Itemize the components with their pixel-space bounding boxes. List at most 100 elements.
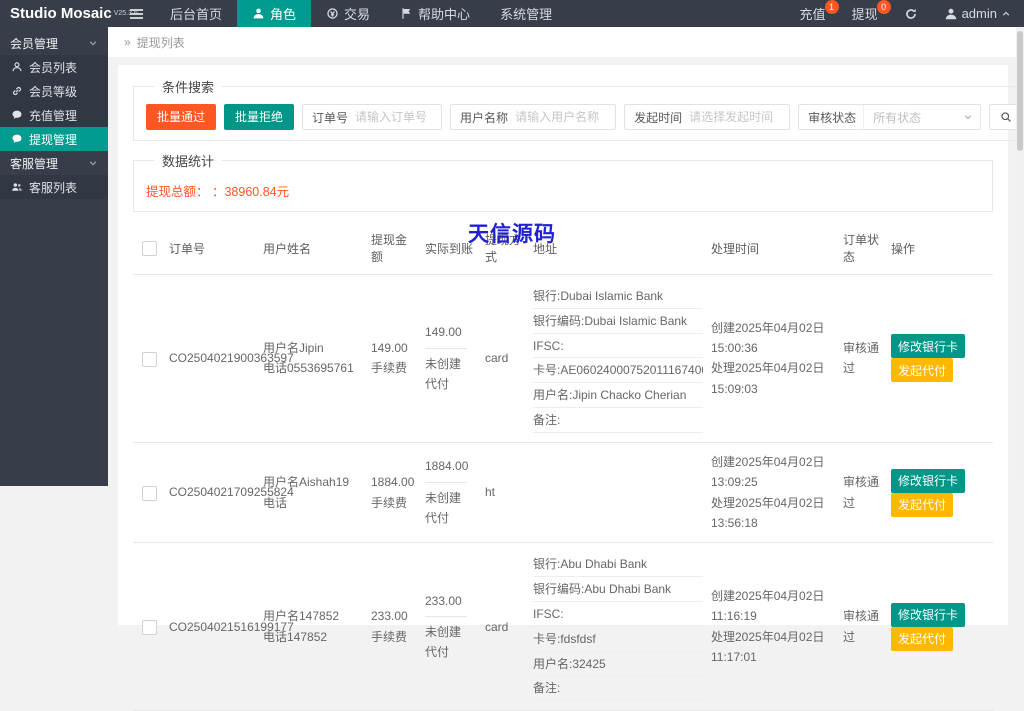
column-header: 用户姓名 — [259, 222, 367, 275]
sidebar-item-member-list[interactable]: 会员列表 — [0, 55, 108, 79]
select-all-header-cell — [133, 222, 165, 275]
time-cell: 创建2025年04月02日 11:16:19 处理2025年04月02日 11:1… — [707, 542, 839, 711]
order-no-input[interactable] — [355, 110, 442, 124]
modify-bank-card-button[interactable]: 修改银行卡 — [891, 602, 966, 627]
withdraw-total: 提现总额： ：38960.84元 — [146, 185, 290, 199]
actions-cell: 修改银行卡发起代付 — [887, 542, 993, 711]
initiate-payout-button[interactable]: 发起代付 — [891, 626, 954, 651]
actions-cell: 修改银行卡发起代付 — [887, 442, 993, 544]
chevron-down-icon — [89, 161, 97, 166]
withdraw-label: 提现 — [851, 7, 878, 22]
stats-legend: 数据统计 — [162, 154, 215, 169]
user-line: 用户名147852 — [263, 609, 340, 624]
person-icon — [253, 8, 264, 19]
sidebar-item-label: 客服列表 — [29, 180, 78, 195]
sidebar-group-service-management[interactable]: 客服管理 — [0, 151, 108, 175]
username-label: admin — [961, 6, 997, 21]
column-header: 操作 — [887, 222, 993, 275]
initiate-payout-button[interactable]: 发起代付 — [891, 358, 954, 383]
user-line: 电话0553695761 — [263, 361, 354, 376]
address-line: IFSC: — [533, 602, 703, 627]
scrollbar-thumb[interactable] — [1017, 31, 1023, 151]
amount-line: 手续费 — [371, 495, 408, 510]
sidebar-group-member-management[interactable]: 会员管理 — [0, 31, 108, 55]
actions-cell: 修改银行卡发起代付 — [887, 274, 993, 443]
status-cell: 审核通过 — [839, 442, 887, 544]
address-line: 银行编码:Abu Dhabi Bank — [533, 577, 703, 602]
amount-cell: 1884.00 手续费 — [367, 442, 421, 544]
nav-item-dashboard[interactable]: 后台首页 — [155, 0, 237, 27]
amount-line: 手续费 — [371, 629, 408, 644]
amount-cell: 149.00 手续费 — [367, 274, 421, 443]
address-line: 卡号:fdsfdsf — [533, 627, 703, 652]
time-line: 创建2025年04月02日 13:09:25 — [711, 454, 825, 490]
user-menu[interactable]: admin — [931, 0, 1024, 27]
row-checkbox[interactable] — [141, 619, 157, 635]
address-cell — [529, 442, 707, 544]
table-row: CO2504021709255824 用户名Aishah19 电话 1884.00 手续… — [133, 442, 993, 544]
actual-amount: 233.00 — [425, 593, 462, 608]
sidebar-item-member-level[interactable]: 会员等级 — [0, 79, 108, 103]
audit-status-select[interactable]: 所有状态 — [863, 105, 980, 129]
order-no-cell: CO2504021516199177 — [165, 542, 294, 711]
recharge-link[interactable]: 充值 1 — [787, 0, 839, 27]
payout-status: 未创建代付 — [425, 481, 467, 529]
modify-bank-card-button[interactable]: 修改银行卡 — [891, 468, 966, 493]
user-line: 用户名Aishah19 — [263, 475, 350, 490]
actual-cell: 233.00 未创建代付 — [421, 542, 481, 711]
withdraw-link[interactable]: 提现 0 — [839, 0, 891, 27]
batch-reject-button[interactable]: 批量拒绝 — [224, 104, 295, 130]
sidebar-item-recharge-management[interactable]: 充值管理 — [0, 103, 108, 127]
recharge-label: 充值 — [799, 7, 826, 22]
nav-item-system[interactable]: 系统管理 — [485, 0, 567, 27]
hamburger-menu-icon[interactable] — [118, 0, 155, 27]
row-checkbox[interactable] — [141, 351, 157, 367]
app-logo[interactable]: Studio Mosaic V25.3.6 — [0, 0, 138, 27]
breadcrumb: » 提现列表 — [108, 27, 1024, 57]
address-cell: 银行:Dubai Islamic Bank 银行编码:Dubai Islamic … — [529, 274, 707, 443]
column-header: 处理时间 — [707, 222, 839, 275]
nav-item-transactions[interactable]: 交易 — [311, 0, 385, 27]
column-header: 提现方式 — [481, 222, 529, 275]
sidebar-item-label: 会员列表 — [29, 60, 78, 75]
time-line: 处理2025年04月02日 11:17:01 — [711, 629, 825, 665]
search-legend: 条件搜索 — [162, 80, 215, 95]
sidebar-item-label: 充值管理 — [29, 108, 78, 123]
status-cell: 审核通过 — [839, 274, 887, 443]
withdrawal-table: 订单号 用户姓名 提现金额 实际到账 提现方式 地址 处理时间 订单状态 操作 CO250402… — [133, 222, 993, 711]
vertical-scrollbar[interactable] — [1016, 27, 1024, 486]
topbar: Studio Mosaic V25.3.6 后台首页 角色 交易 帮助中心 系统… — [0, 0, 1024, 27]
select-all-checkbox[interactable] — [141, 240, 157, 256]
chat-bubble-icon — [12, 134, 22, 143]
method-cell: card — [481, 542, 529, 711]
nav-item-roles[interactable]: 角色 — [237, 0, 312, 27]
start-time-input[interactable] — [689, 110, 790, 124]
row-checkbox-cell — [133, 542, 165, 711]
user-line: 电话147852 — [263, 629, 328, 644]
row-checkbox[interactable] — [141, 485, 157, 501]
recharge-badge: 1 — [824, 0, 839, 14]
table-header: 订单号 用户姓名 提现金额 实际到账 提现方式 地址 处理时间 订单状态 操作 — [133, 222, 993, 275]
sidebar-item-label: 会员等级 — [29, 84, 78, 99]
user-name-input[interactable] — [515, 110, 616, 124]
method-cell: ht — [481, 442, 529, 544]
search-icon — [1001, 112, 1012, 122]
start-time-label: 发起时间 — [634, 110, 683, 125]
sidebar-item-service-list[interactable]: 客服列表 — [0, 175, 108, 199]
nav-item-help-center[interactable]: 帮助中心 — [385, 0, 485, 27]
address-line: 备注: — [533, 676, 703, 702]
time-line: 处理2025年04月02日 15:09:03 — [711, 361, 825, 396]
sidebar-item-withdraw-management[interactable]: 提现管理 — [0, 127, 108, 151]
batch-approve-button[interactable]: 批量通过 — [146, 104, 217, 130]
modify-bank-card-button[interactable]: 修改银行卡 — [891, 334, 966, 359]
start-time-group: 发起时间 — [624, 104, 791, 130]
refresh-button[interactable] — [891, 0, 931, 27]
payout-status: 未创建代付 — [425, 347, 467, 395]
sidebar-item-label: 提现管理 — [29, 132, 78, 147]
caret-down-icon — [964, 115, 972, 120]
column-header: 订单号 — [165, 222, 259, 275]
amount-cell: 233.00 手续费 — [367, 542, 421, 711]
column-header: 订单状态 — [839, 222, 887, 275]
audit-status-group: 审核状态 所有状态 — [798, 104, 982, 130]
initiate-payout-button[interactable]: 发起代付 — [891, 492, 954, 517]
